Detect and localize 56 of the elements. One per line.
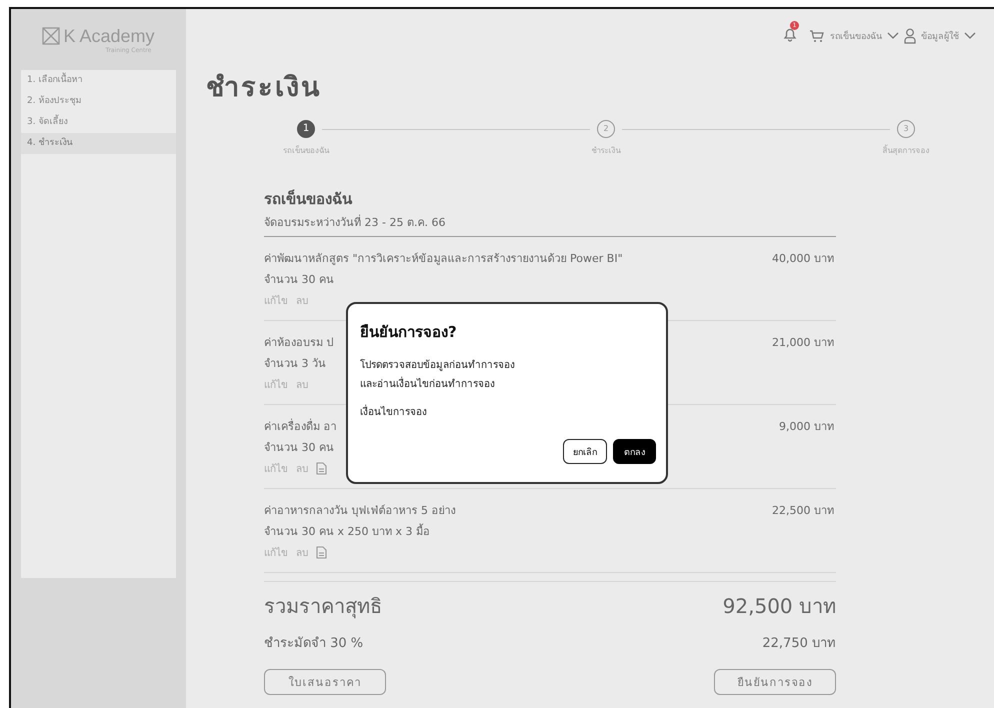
total-label: รวมราคาสุทธิ [264,593,382,620]
document-icon[interactable] [316,462,327,474]
quotation-button[interactable]: ใบเสนอราคา [264,669,386,695]
cancel-button[interactable]: ยกเลิก [563,439,607,464]
item-detail: จำนวน 30 คน [264,440,335,456]
image-placeholder-icon [42,27,60,45]
item-price: 9,000 บาท [779,419,835,435]
step-label: สิ้นสุดการจอง [882,144,930,157]
step-number: 1 [297,120,315,138]
bell-icon[interactable] [782,26,798,42]
step-label: รถเข็นของฉัน [283,144,329,157]
item-action-link[interactable]: แก้ไข [264,376,288,392]
item-title: ค่าอาหารกลางวัน บุฟเฟ่ต์อาหาร 5 อย่าง [264,503,456,519]
document-icon[interactable] [316,546,327,558]
item-title: ค่าพัฒนาหลักสูตร "การวิเคราะห์ข้อมูลและการสร้างรายงานด้วย Power BI" [264,251,623,267]
deposit-label: ชำระมัดจำ 30 % [264,635,364,653]
item-action-link[interactable]: แก้ไข [264,460,288,476]
sidebar-item[interactable]: 2. ห้องประชุม [21,91,176,112]
user-icon[interactable] [904,28,916,44]
chevron-down-icon[interactable] [887,32,899,40]
dialog-title: ยืนยันการจอง? [360,322,458,343]
conditions-link[interactable]: เงื่อนไขการจอง [360,404,656,419]
item-price: 22,500 บาท [772,503,835,519]
item-detail: จำนวน 30 คน [264,272,335,288]
step-number: 2 [597,120,615,138]
ok-button[interactable]: ตกลง [613,439,656,464]
item-action-link[interactable]: ลบ [296,292,308,308]
cart-link[interactable]: รถเข็นของฉัน [830,29,882,43]
chevron-down-icon[interactable] [964,32,976,40]
item-price: 21,000 บาท [772,335,835,351]
item-action-link[interactable]: แก้ไข [264,544,288,560]
item-action-link[interactable]: แก้ไข [264,292,288,308]
deposit-amount: 22,750 บาท [762,635,836,653]
item-detail: จำนวน 30 คน x 250 บาท x 3 มื้อ [264,522,431,540]
total-amount: 92,500 บาท [722,593,836,620]
item-price: 40,000 บาท [772,251,835,267]
step-label: ชำระเงิน [592,145,620,157]
sidebar-item[interactable]: 1. เลือกเนื้อหา [21,70,176,91]
step-number: 3 [897,120,915,138]
user-menu[interactable]: ข้อมูลผู้ใช้ [921,29,959,43]
logo-text: K Academy [63,26,155,46]
item-action-link[interactable]: ลบ [296,376,308,392]
cart-icon[interactable] [809,28,825,44]
item-title: ค่าห้องอบรม ป [264,335,334,351]
sidebar-item[interactable]: 3. จัดเลี้ยง [21,112,176,133]
cart-subtitle: จัดอบรมระหว่างวันที่ 23 - 25 ต.ค. 66 [264,214,446,231]
sidebar-item[interactable]: 4. ชำระเงิน [21,133,176,154]
dialog-text: และอ่านเงื่อนไขก่อนทำการจอง [360,375,656,394]
item-action-link[interactable]: ลบ [296,460,308,476]
cart-title: รถเข็นของฉัน [264,188,354,210]
page-title: ชำระเงิน [206,71,322,104]
item-detail: จำนวน 3 วัน [264,356,327,372]
confirm-booking-button[interactable]: ยืนยันการจอง [714,669,836,695]
item-action-link[interactable]: ลบ [296,544,308,560]
item-title: ค่าเครื่องดื่ม อา [264,418,336,435]
dialog-text: โปรดตรวจสอบข้อมูลก่อนทำการจอง [360,358,516,373]
